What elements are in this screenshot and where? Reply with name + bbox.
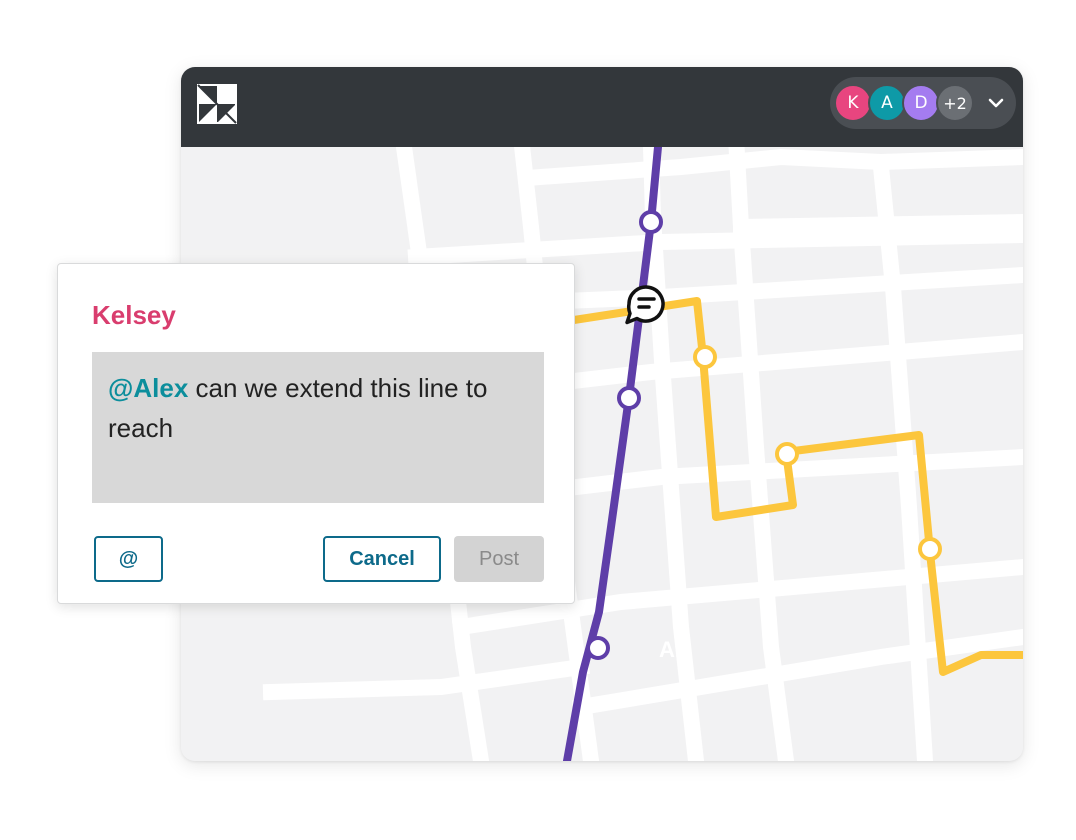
comment-card: Kelsey @Alex can we extend this line to … [57, 263, 575, 604]
mention-button[interactable]: @ [94, 536, 163, 582]
comment-input[interactable]: @Alex can we extend this line to reach [92, 352, 544, 503]
station-stop[interactable] [639, 210, 663, 234]
avatar-overflow-count[interactable]: +2 [936, 84, 974, 122]
collaborators-menu[interactable]: K A D +2 [830, 77, 1016, 129]
app-logo-icon[interactable] [197, 84, 237, 124]
chevron-down-icon[interactable] [988, 95, 1004, 111]
avatar-a[interactable]: A [868, 84, 906, 122]
station-stop[interactable] [617, 386, 641, 410]
avatar-d[interactable]: D [902, 84, 940, 122]
station-stop[interactable] [775, 442, 799, 466]
avatar-k[interactable]: K [834, 84, 872, 122]
comment-author: Kelsey [92, 300, 176, 330]
station-stop[interactable] [693, 345, 717, 369]
station-stop[interactable] [586, 636, 610, 660]
station-stop[interactable] [918, 537, 942, 561]
district-label: AF [659, 637, 688, 662]
cancel-button[interactable]: Cancel [323, 536, 441, 582]
mention-tag[interactable]: @Alex [108, 373, 188, 403]
top-bar: K A D +2 [181, 67, 1023, 147]
post-button[interactable]: Post [454, 536, 544, 582]
comment-bubble-icon[interactable] [625, 285, 665, 325]
